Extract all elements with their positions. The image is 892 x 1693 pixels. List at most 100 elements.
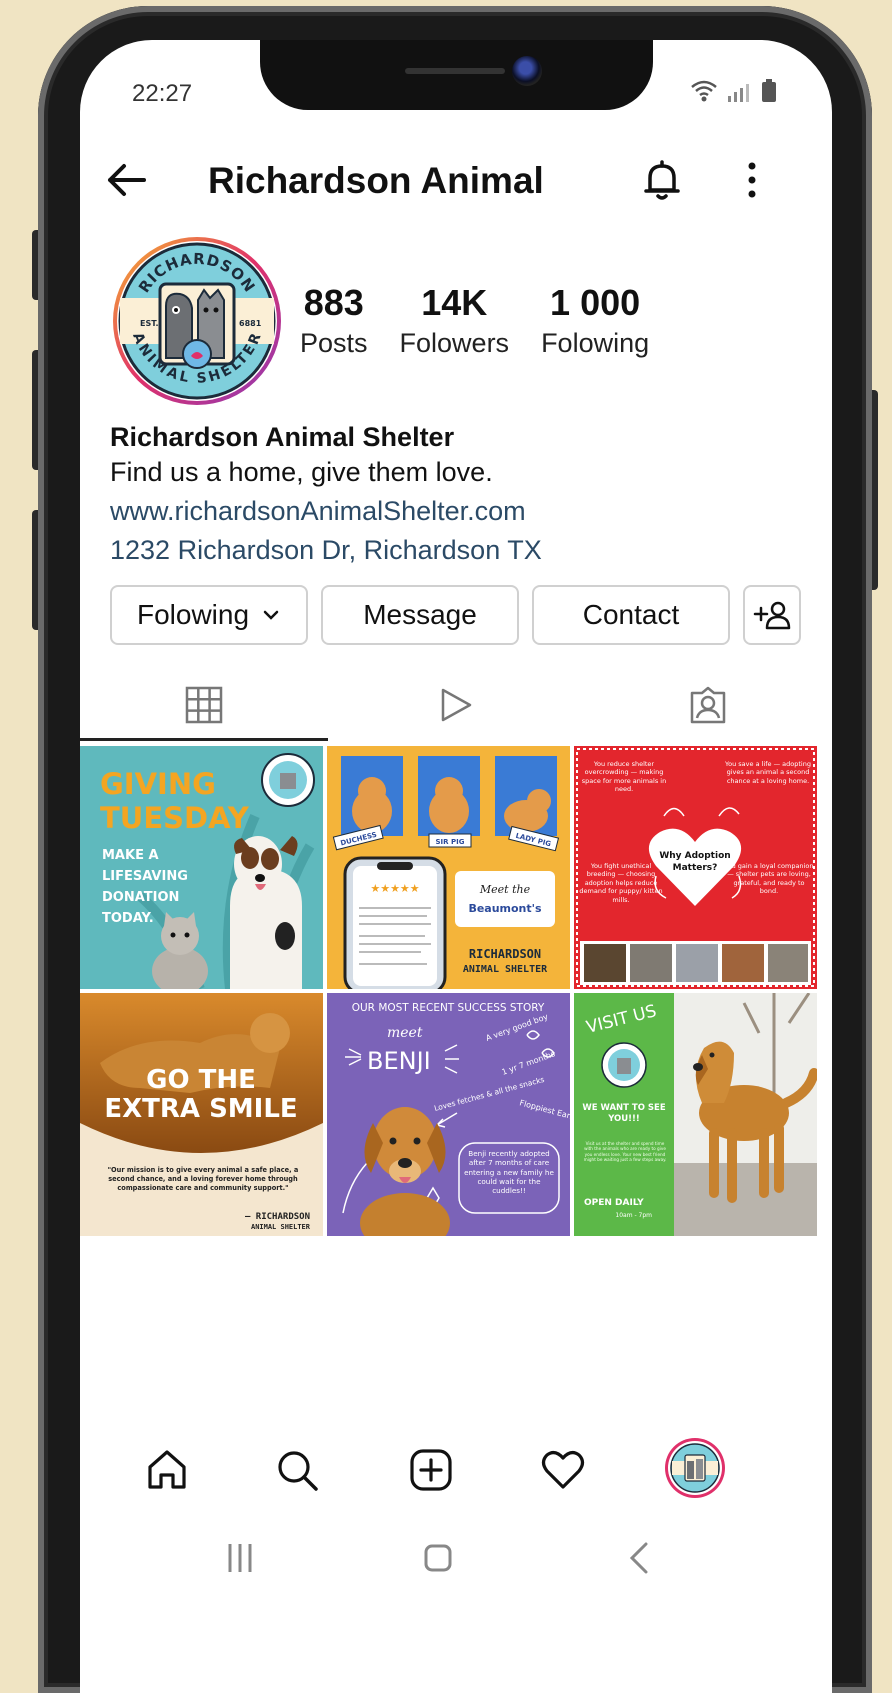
contact-button[interactable]: Contact bbox=[532, 585, 730, 645]
stat-following[interactable]: 1 000 Folowing bbox=[541, 282, 649, 359]
post-1-line-1: MAKE A bbox=[102, 848, 159, 863]
post-3-bottom-left: You fight unethical breeding — choosing … bbox=[579, 862, 663, 904]
post-4-sig-2: ANIMAL SHELTER bbox=[251, 1223, 311, 1231]
post-3-center-1: Why Adoption bbox=[659, 851, 730, 861]
active-tab-indicator bbox=[80, 738, 328, 741]
stat-followers-label: Folowers bbox=[399, 328, 510, 358]
post-3-center-2: Matters? bbox=[673, 863, 718, 873]
status-icons bbox=[691, 79, 776, 102]
post-4-title-2: EXTRA SMILE bbox=[104, 1094, 297, 1124]
post-1-line-2: LIFESAVING bbox=[102, 869, 188, 884]
back-arrow-icon[interactable] bbox=[104, 160, 148, 200]
post-success-story-benji[interactable]: OUR MOST RECENT SUCCESS STORY meet BENJI… bbox=[327, 993, 570, 1236]
post-5-story: Benji recently adopted after 7 months of… bbox=[464, 1149, 554, 1196]
profile-bio: Richardson Animal Shelter Find us a home… bbox=[110, 422, 542, 566]
post-3-bottom-right: You gain a loyal companion — shelter pet… bbox=[724, 862, 814, 896]
post-why-adoption-matters[interactable]: Why Adoption Matters? You reduce shelter… bbox=[574, 746, 817, 989]
post-2-art: DUCHESS SIR PIG LADY PIG ★★★★★ Meet the … bbox=[327, 746, 570, 989]
post-5-meet: meet bbox=[387, 1025, 423, 1041]
following-button-label: Folowing bbox=[136, 599, 250, 630]
post-2-name-2: SIR PIG bbox=[436, 838, 465, 846]
avatar-est-text: EST. bbox=[140, 319, 159, 328]
tab-grid[interactable] bbox=[80, 670, 328, 740]
notch bbox=[260, 40, 653, 110]
post-4-quote: "Our mission is to give every animal a s… bbox=[107, 1166, 299, 1192]
post-2-stars: ★★★★★ bbox=[370, 882, 419, 895]
profile-avatar[interactable]: RICHARDSON ANIMAL SHELTER EST. 6881 bbox=[112, 236, 282, 406]
home-icon bbox=[148, 1450, 186, 1489]
back-button-icon[interactable] bbox=[620, 1538, 660, 1578]
posts-grid: GIVING TUESDAY MAKE A LIFESAVING DONATIO… bbox=[80, 746, 832, 1236]
wifi-icon bbox=[691, 80, 717, 102]
post-1-line-4: TODAY. bbox=[102, 911, 154, 926]
stat-followers-value: 14K bbox=[421, 282, 488, 323]
post-3-art: Why Adoption Matters? You reduce shelter… bbox=[574, 746, 817, 989]
bio-name: Richardson Animal Shelter bbox=[110, 422, 455, 452]
profile-avatar-small-icon bbox=[665, 1438, 725, 1498]
tab-tagged[interactable] bbox=[584, 670, 832, 740]
system-navigation bbox=[80, 1530, 832, 1590]
nav-home[interactable] bbox=[140, 1443, 194, 1497]
post-2-brand-1: RICHARDSON bbox=[469, 947, 541, 961]
post-6-small: Visit us at the shelter and spend time w… bbox=[583, 1141, 667, 1163]
recent-apps-icon[interactable] bbox=[220, 1538, 260, 1578]
post-5-name: BENJI bbox=[367, 1047, 431, 1075]
more-options-icon[interactable] bbox=[740, 158, 764, 202]
post-2-brand-2: ANIMAL SHELTER bbox=[463, 964, 548, 975]
nav-search[interactable] bbox=[270, 1443, 324, 1497]
add-post-icon bbox=[410, 1449, 452, 1491]
post-3-top-left: You reduce shelter overcrowding — making… bbox=[581, 760, 667, 794]
stat-posts-value: 883 bbox=[303, 282, 364, 323]
post-4-sig-1: — RICHARDSON bbox=[245, 1212, 310, 1222]
add-friend-button[interactable] bbox=[743, 585, 801, 645]
post-meet-the-beaumonts[interactable]: DUCHESS SIR PIG LADY PIG ★★★★★ Meet the … bbox=[327, 746, 570, 989]
chevron-down-icon bbox=[263, 610, 279, 620]
post-5-header: OUR MOST RECENT SUCCESS STORY bbox=[352, 1002, 545, 1014]
nav-profile[interactable] bbox=[664, 1437, 726, 1499]
nav-activity[interactable] bbox=[536, 1443, 590, 1497]
add-person-icon bbox=[753, 601, 791, 630]
post-go-the-extra-smile[interactable]: GO THE EXTRA SMILE "Our mission is to gi… bbox=[80, 993, 323, 1236]
home-button-icon[interactable] bbox=[418, 1538, 458, 1578]
bio-address-link[interactable]: 1232 Richardson Dr, Richardson TX bbox=[110, 535, 542, 566]
message-button[interactable]: Message bbox=[321, 585, 519, 645]
front-camera bbox=[512, 56, 542, 86]
tab-reels[interactable] bbox=[332, 670, 580, 740]
post-1-title-1: GIVING bbox=[100, 767, 216, 801]
post-1-title-2: TUESDAY bbox=[100, 801, 250, 835]
bio-tagline: Find us a home, give them love. bbox=[110, 457, 493, 487]
play-icon bbox=[441, 688, 472, 722]
post-3-top-right: You save a life — adopting gives an anim… bbox=[725, 760, 811, 785]
avatar-year-text: 6881 bbox=[239, 319, 262, 328]
post-1-line-3: DONATION bbox=[102, 890, 179, 905]
post-6-hours: 10am - 7pm bbox=[615, 1212, 652, 1219]
profile-stats: 883 Posts 14K Folowers 1 000 Folowing bbox=[300, 282, 681, 359]
stat-followers[interactable]: 14K Folowers bbox=[400, 282, 510, 359]
post-6-want: WE WANT TO SEE YOU!!! bbox=[582, 1103, 666, 1125]
post-4-title-1: GO THE bbox=[146, 1065, 256, 1095]
bottom-nav bbox=[80, 1425, 832, 1515]
post-4-art: GO THE EXTRA SMILE "Our mission is to gi… bbox=[80, 993, 323, 1236]
bio-website-link[interactable]: www.richardsonAnimalShelter.com bbox=[110, 496, 542, 527]
signal-icon bbox=[728, 84, 749, 102]
grid-icon bbox=[185, 686, 223, 724]
following-button[interactable]: Folowing bbox=[110, 585, 308, 645]
post-5-art: OUR MOST RECENT SUCCESS STORY meet BENJI… bbox=[327, 993, 570, 1236]
battery-icon bbox=[762, 79, 776, 102]
post-giving-tuesday[interactable]: GIVING TUESDAY MAKE A LIFESAVING DONATIO… bbox=[80, 746, 323, 989]
phone-screen: 22:27 Richardson Animal RICHARDSON ANIMA… bbox=[80, 40, 832, 1693]
profile-tabs bbox=[80, 670, 832, 741]
speaker bbox=[405, 68, 505, 74]
nav-create[interactable] bbox=[404, 1443, 458, 1497]
post-visit-us[interactable]: VISIT US WE WANT TO SEE YOU!!! Visit us … bbox=[574, 993, 817, 1236]
profile-title: Richardson Animal bbox=[208, 160, 544, 201]
status-time: 22:27 bbox=[132, 80, 193, 107]
stat-following-value: 1 000 bbox=[550, 282, 641, 323]
stat-following-label: Folowing bbox=[541, 328, 650, 358]
stat-posts[interactable]: 883 Posts bbox=[300, 282, 368, 359]
bell-icon[interactable] bbox=[640, 158, 684, 202]
post-2-family: Beaumont's bbox=[468, 902, 542, 915]
post-6-art: VISIT US WE WANT TO SEE YOU!!! Visit us … bbox=[574, 993, 817, 1236]
heart-icon bbox=[541, 1451, 585, 1489]
post-2-meet: Meet the bbox=[479, 883, 531, 896]
